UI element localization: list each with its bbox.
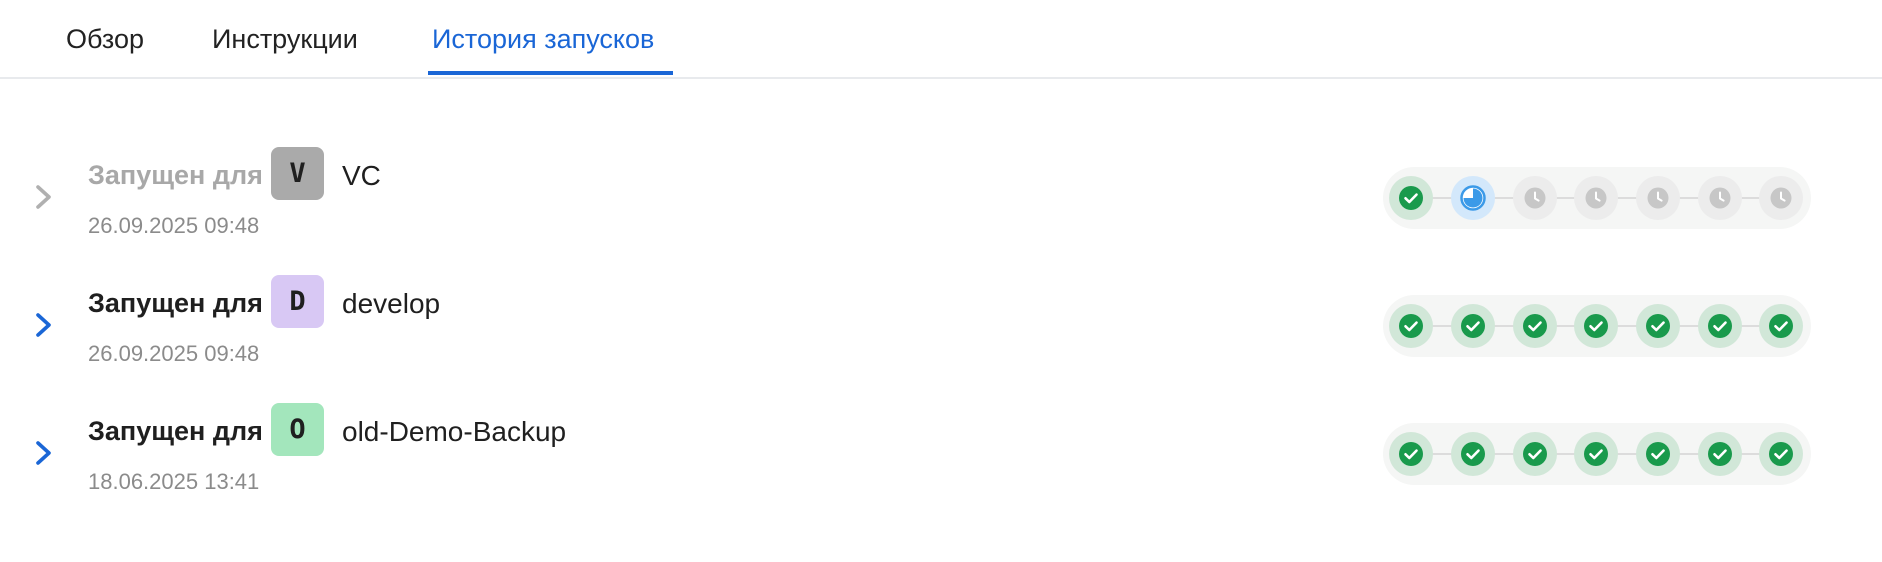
pipeline-stage[interactable] xyxy=(1451,176,1495,220)
active-tab-indicator xyxy=(428,71,673,75)
tab-bar: Обзор Инструкции История запусков xyxy=(0,0,1882,79)
pipeline-stage[interactable] xyxy=(1513,304,1557,348)
branch-name: VC xyxy=(342,160,381,191)
branch-name: develop xyxy=(342,288,441,319)
tab-instructions[interactable]: Инструкции xyxy=(212,24,358,55)
branch-avatar: O xyxy=(271,403,324,456)
branch-avatar: D xyxy=(271,275,324,328)
clock-icon xyxy=(1585,187,1607,209)
pipeline-stage[interactable] xyxy=(1451,304,1495,348)
pipeline-stage[interactable] xyxy=(1574,304,1618,348)
pipeline-stage[interactable] xyxy=(1759,304,1803,348)
run-timestamp: 26.09.2025 09:48 xyxy=(88,341,260,366)
clock-icon xyxy=(1709,187,1731,209)
clock-icon xyxy=(1524,187,1546,209)
success-icon xyxy=(1461,442,1485,466)
chevron-right-icon[interactable] xyxy=(30,179,58,215)
pipeline-stage[interactable] xyxy=(1759,176,1803,220)
pipeline-stage[interactable] xyxy=(1574,176,1618,220)
pipeline-stage[interactable] xyxy=(1698,304,1742,348)
pipeline-stages xyxy=(1383,167,1811,229)
run-timestamp: 26.09.2025 09:48 xyxy=(88,213,260,238)
pipeline-stages xyxy=(1383,423,1811,485)
run-row[interactable]: Запущен для V VC 26.09.2025 09:48 xyxy=(0,147,1882,257)
pipeline-stage[interactable] xyxy=(1513,176,1557,220)
branch-name: old-Demo-Backup xyxy=(342,416,567,447)
success-icon xyxy=(1769,442,1793,466)
run-launched-label: Запущен для xyxy=(88,416,263,446)
success-icon xyxy=(1399,186,1423,210)
pipeline-stage[interactable] xyxy=(1636,176,1680,220)
success-icon xyxy=(1708,314,1732,338)
success-icon xyxy=(1399,442,1423,466)
run-row[interactable]: Запущен для Oold-Demo-Backup 18.06.2025 13… xyxy=(0,403,1882,513)
pipeline-stage[interactable] xyxy=(1636,432,1680,476)
success-icon xyxy=(1461,314,1485,338)
branch-avatar: V xyxy=(271,147,324,200)
tab-overview[interactable]: Обзор xyxy=(66,24,144,55)
success-icon xyxy=(1584,314,1608,338)
success-icon xyxy=(1646,314,1670,338)
pipeline-stage[interactable] xyxy=(1451,432,1495,476)
pipeline-stage[interactable] xyxy=(1389,304,1433,348)
pipeline-stage[interactable] xyxy=(1389,176,1433,220)
run-launched-label: Запущен для xyxy=(88,160,263,190)
success-icon xyxy=(1646,442,1670,466)
pipeline-stage[interactable] xyxy=(1574,432,1618,476)
success-icon xyxy=(1769,314,1793,338)
success-icon xyxy=(1399,314,1423,338)
run-row[interactable]: Запущен для Ddevelop 26.09.2025 09:48 xyxy=(0,275,1882,385)
pipeline-stages xyxy=(1383,295,1811,357)
clock-icon xyxy=(1647,187,1669,209)
tab-run-history[interactable]: История запусков xyxy=(432,24,654,55)
pipeline-stage[interactable] xyxy=(1759,432,1803,476)
running-icon xyxy=(1460,185,1486,211)
clock-icon xyxy=(1770,187,1792,209)
pipeline-stage[interactable] xyxy=(1698,176,1742,220)
success-icon xyxy=(1584,442,1608,466)
pipeline-stage[interactable] xyxy=(1636,304,1680,348)
chevron-right-icon[interactable] xyxy=(30,435,58,471)
success-icon xyxy=(1523,442,1547,466)
run-timestamp: 18.06.2025 13:41 xyxy=(88,469,260,494)
run-launched-label: Запущен для xyxy=(88,288,263,318)
pipeline-stage[interactable] xyxy=(1389,432,1433,476)
success-icon xyxy=(1523,314,1547,338)
chevron-right-icon[interactable] xyxy=(30,307,58,343)
pipeline-stage[interactable] xyxy=(1513,432,1557,476)
pipeline-stage[interactable] xyxy=(1698,432,1742,476)
success-icon xyxy=(1708,442,1732,466)
